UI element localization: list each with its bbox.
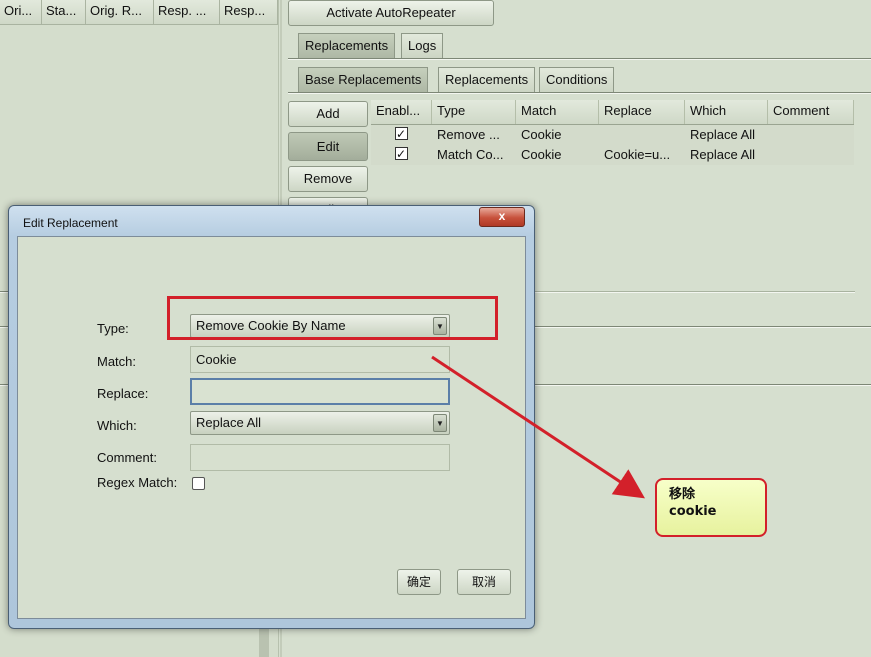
annotation-callout: 移除 cookie <box>655 478 767 537</box>
callout-line-1: 移除 <box>669 487 696 502</box>
callout-line-2: cookie <box>669 504 717 519</box>
arrow-icon <box>431 355 645 499</box>
annotation-arrow <box>431 355 645 499</box>
